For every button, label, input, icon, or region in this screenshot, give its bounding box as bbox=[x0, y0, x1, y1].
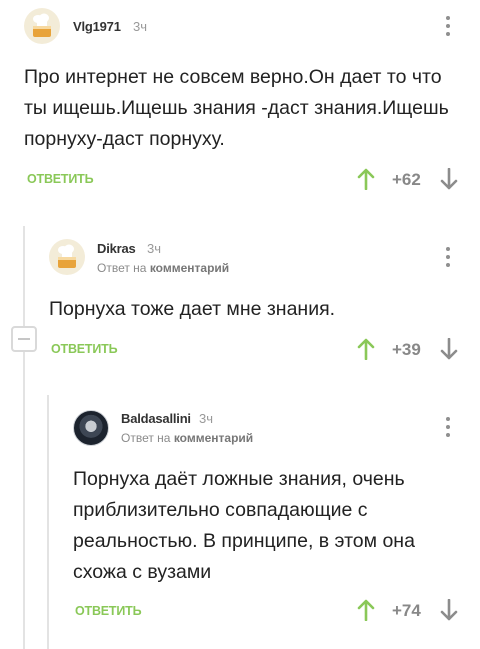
reply-button[interactable]: ОТВЕТИТЬ bbox=[75, 604, 142, 618]
comment-time: 3ч bbox=[133, 19, 148, 34]
reply-to-link[interactable]: комментарий bbox=[174, 431, 253, 445]
comment-1: Vlg1971 3ч Про интернет не совсем верно.… bbox=[0, 0, 480, 210]
comment-author[interactable]: Dikras bbox=[97, 241, 136, 256]
upvote-arrow-icon[interactable] bbox=[357, 168, 375, 190]
comment-time: 3ч bbox=[199, 411, 214, 426]
more-vertical-icon[interactable] bbox=[446, 417, 450, 441]
comment-author[interactable]: Vlg1971 bbox=[73, 19, 121, 34]
reply-button[interactable]: ОТВЕТИТЬ bbox=[27, 172, 94, 186]
downvote-arrow-icon[interactable] bbox=[440, 599, 458, 621]
cake-avatar-icon[interactable] bbox=[24, 8, 60, 44]
downvote-arrow-icon[interactable] bbox=[440, 168, 458, 190]
cake-avatar-icon[interactable] bbox=[49, 239, 85, 275]
comment-3: Baldasallini 3ч Ответ на комментарий Пор… bbox=[0, 395, 480, 649]
upvote-arrow-icon[interactable] bbox=[357, 599, 375, 621]
comment-text: Про интернет не совсем верно.Он дает то … bbox=[24, 66, 449, 150]
upvote-arrow-icon[interactable] bbox=[357, 338, 375, 360]
comment-score: +62 bbox=[392, 170, 421, 189]
comment-2: Dikras 3ч Ответ на комментарий Порнуха т… bbox=[0, 226, 480, 386]
comment-time: 3ч bbox=[147, 241, 162, 256]
reply-to-label: Ответ на комментарий bbox=[97, 261, 229, 275]
reply-to-link[interactable]: комментарий bbox=[150, 261, 229, 275]
comment-text: Порнуха тоже дает мне знания. bbox=[49, 298, 336, 320]
reply-button[interactable]: ОТВЕТИТЬ bbox=[51, 342, 118, 356]
reply-to-label: Ответ на комментарий bbox=[121, 431, 253, 445]
more-vertical-icon[interactable] bbox=[446, 247, 450, 271]
comment-author[interactable]: Baldasallini bbox=[121, 411, 191, 426]
reply-to-prefix: Ответ на bbox=[97, 261, 147, 275]
downvote-arrow-icon[interactable] bbox=[440, 338, 458, 360]
comment-score: +74 bbox=[392, 601, 421, 620]
reply-to-prefix: Ответ на bbox=[121, 431, 171, 445]
emblem-avatar-icon[interactable] bbox=[73, 410, 109, 446]
comment-text: Порнуха даёт ложные знания, очень прибли… bbox=[73, 468, 415, 583]
comment-score: +39 bbox=[392, 340, 421, 359]
more-vertical-icon[interactable] bbox=[446, 16, 450, 40]
